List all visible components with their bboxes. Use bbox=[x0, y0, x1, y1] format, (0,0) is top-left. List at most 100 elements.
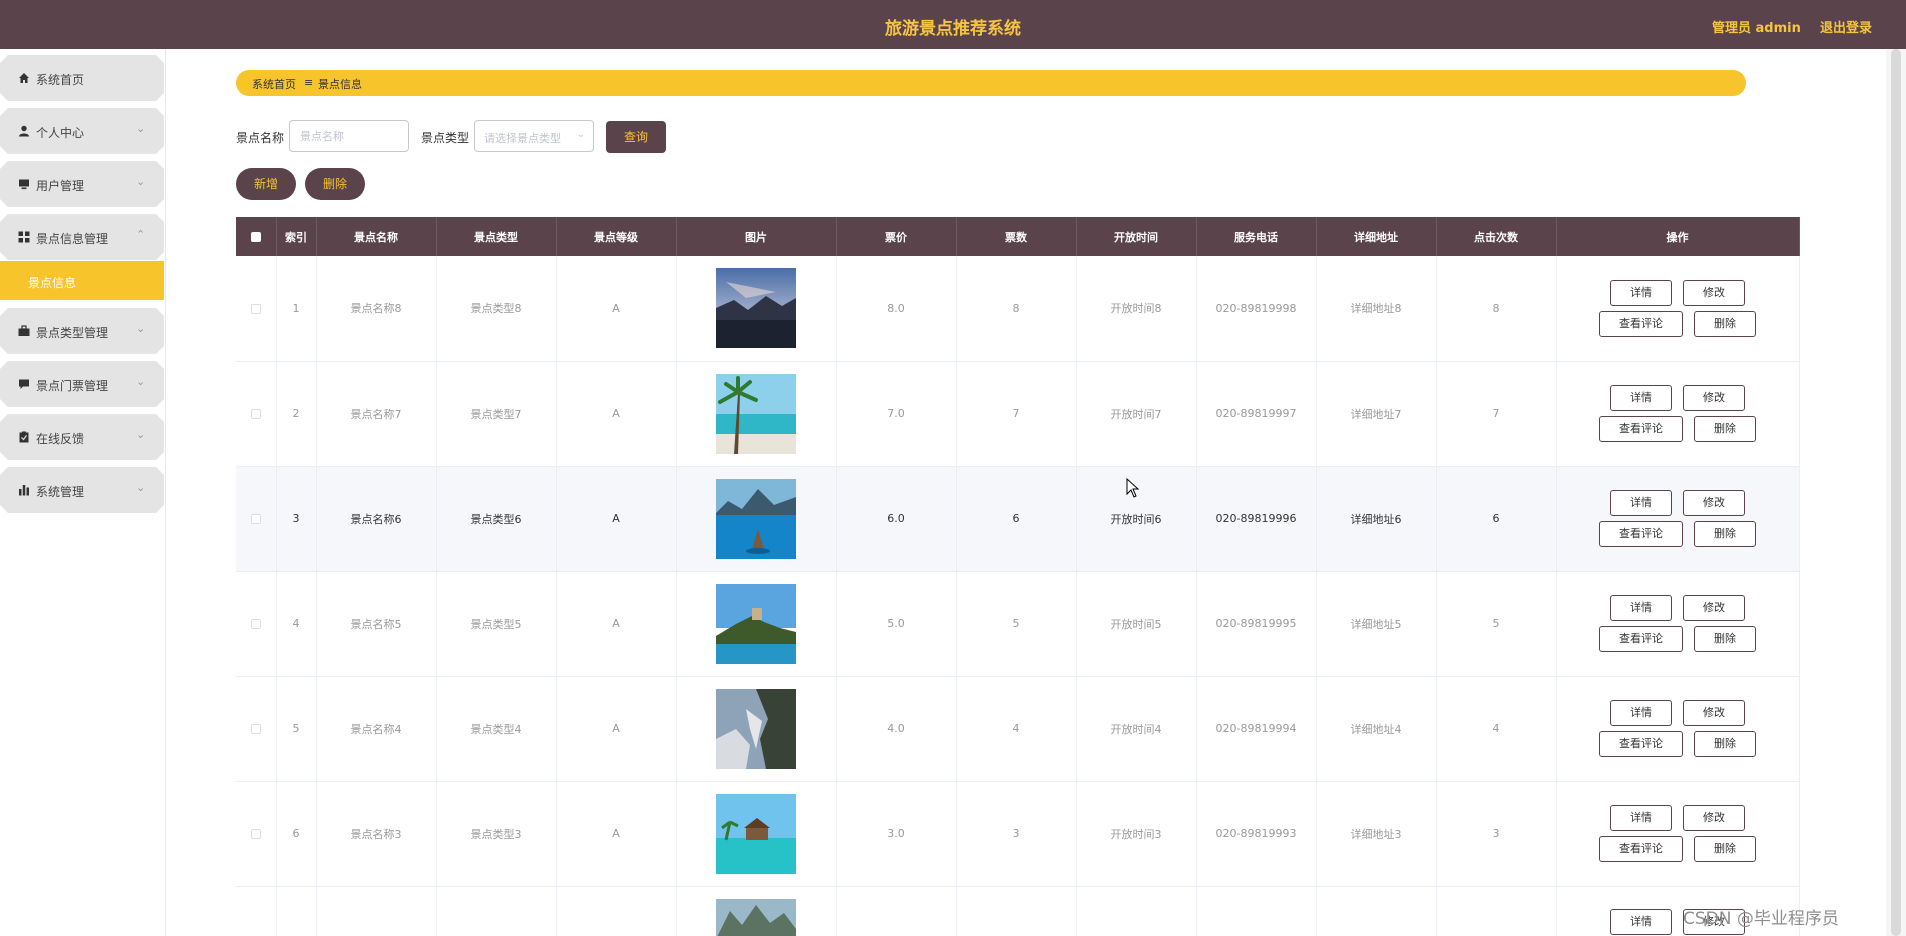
row-delete-button[interactable]: 删除 bbox=[1694, 521, 1756, 547]
logout-link[interactable]: 退出登录 bbox=[1820, 17, 1872, 36]
table-row: 1 景点名称8 景点类型8 A 8.0 8 开放时间8 020-89819998… bbox=[236, 256, 1800, 362]
sidebar-item-attraction-info[interactable]: 景点信息管理 ⌃ bbox=[0, 214, 164, 260]
detail-button[interactable]: 详情 bbox=[1610, 279, 1672, 306]
cell-index: 2 bbox=[276, 361, 317, 467]
cell-phone: 020-89819997 bbox=[1196, 361, 1317, 467]
chevron-down-icon: ⌄ bbox=[136, 322, 146, 335]
sidebar-item-feedback[interactable]: 在线反馈 ⌄ bbox=[0, 414, 164, 460]
table-row: 6 景点名称3 景点类型3 A 3.0 3 开放时间3 020-89819993… bbox=[236, 781, 1800, 887]
cell-open-time: 开放时间8 bbox=[1076, 256, 1197, 362]
briefcase-icon bbox=[18, 325, 30, 337]
cell-tickets: 5 bbox=[956, 571, 1077, 677]
cell-clicks: 7 bbox=[1436, 361, 1557, 467]
type-select[interactable]: 请选择景点类型 ⌄ bbox=[474, 120, 594, 152]
edit-button[interactable]: 修改 bbox=[1683, 700, 1745, 726]
breadcrumb-home[interactable]: 系统首页 bbox=[252, 76, 296, 92]
edit-button[interactable]: 修改 bbox=[1683, 595, 1745, 621]
detail-button[interactable]: 详情 bbox=[1610, 595, 1672, 621]
sidebar-item-personal[interactable]: 个人中心 ⌄ bbox=[0, 108, 164, 154]
row-checkbox[interactable] bbox=[250, 619, 261, 629]
attraction-image bbox=[716, 478, 796, 559]
sidebar-item-label: 系统管理 bbox=[36, 485, 85, 499]
table-row: 2 景点名称7 景点类型7 A 7.0 7 开放时间7 020-89819997… bbox=[236, 361, 1800, 467]
breadcrumb-current: 景点信息 bbox=[318, 78, 362, 91]
name-search-input[interactable] bbox=[289, 120, 409, 152]
edit-button[interactable]: 修改 bbox=[1683, 805, 1745, 831]
cell-tickets: 6 bbox=[956, 466, 1077, 572]
monitor-icon bbox=[18, 178, 30, 190]
cell-address: 详细地址8 bbox=[1316, 256, 1437, 362]
chat-icon bbox=[18, 378, 30, 390]
detail-button[interactable]: 详情 bbox=[1610, 385, 1672, 411]
sidebar-item-label: 景点门票管理 bbox=[36, 379, 109, 393]
view-comments-button[interactable]: 查看评论 bbox=[1599, 836, 1683, 862]
cell-open-time: 开放时间7 bbox=[1076, 361, 1197, 467]
cell-level: A bbox=[556, 676, 677, 782]
column-header: 票数 bbox=[956, 217, 1077, 256]
detail-button[interactable]: 详情 bbox=[1610, 700, 1672, 726]
sidebar-item-attraction-types[interactable]: 景点类型管理 ⌄ bbox=[0, 308, 164, 354]
page-scrollbar[interactable] bbox=[1886, 49, 1906, 936]
row-delete-button[interactable]: 删除 bbox=[1694, 416, 1756, 442]
cell-price: 3.0 bbox=[836, 781, 957, 887]
cell-clicks: 8 bbox=[1436, 256, 1557, 362]
column-header: 操作 bbox=[1556, 217, 1800, 256]
cell-clicks: 3 bbox=[1436, 781, 1557, 887]
row-delete-button[interactable]: 删除 bbox=[1694, 731, 1756, 757]
current-user: 管理员 admin bbox=[1712, 21, 1801, 36]
sidebar-item-label: 用户管理 bbox=[36, 179, 85, 193]
view-comments-button[interactable]: 查看评论 bbox=[1599, 416, 1683, 442]
column-header: 景点类型 bbox=[436, 217, 557, 256]
select-all-cell[interactable] bbox=[236, 217, 277, 256]
cell-price: 8.0 bbox=[836, 256, 957, 362]
scrollbar-thumb[interactable] bbox=[1891, 49, 1901, 936]
cell-type: 景点类型5 bbox=[436, 571, 557, 677]
row-checkbox[interactable] bbox=[250, 303, 261, 314]
edit-button[interactable]: 修改 bbox=[1683, 385, 1745, 411]
delete-button[interactable]: 删除 bbox=[305, 168, 365, 200]
row-delete-button[interactable]: 删除 bbox=[1694, 626, 1756, 652]
detail-button[interactable]: 详情 bbox=[1610, 805, 1672, 831]
row-checkbox[interactable] bbox=[250, 829, 261, 839]
view-comments-button[interactable]: 查看评论 bbox=[1599, 521, 1683, 547]
detail-button[interactable]: 详情 bbox=[1610, 908, 1672, 935]
column-header: 点击次数 bbox=[1436, 217, 1557, 256]
sidebar-item-home[interactable]: 系统首页 bbox=[0, 55, 164, 101]
detail-button[interactable]: 详情 bbox=[1610, 490, 1672, 516]
select-all-checkbox[interactable] bbox=[250, 232, 261, 242]
cell-type: 景点类型6 bbox=[436, 466, 557, 572]
sidebar-subitem-attraction-info[interactable]: 景点信息 bbox=[0, 261, 164, 300]
cell-name: 景点名称7 bbox=[316, 361, 437, 467]
cell-tickets: 7 bbox=[956, 361, 1077, 467]
query-button[interactable]: 查询 bbox=[606, 121, 666, 153]
column-header: 服务电话 bbox=[1196, 217, 1317, 256]
clipboard-icon bbox=[18, 431, 30, 443]
cell-type: 景点类型4 bbox=[436, 676, 557, 782]
edit-button[interactable]: 修改 bbox=[1683, 490, 1745, 516]
row-checkbox[interactable] bbox=[250, 514, 261, 524]
view-comments-button[interactable]: 查看评论 bbox=[1599, 626, 1683, 652]
sidebar-item-tickets[interactable]: 景点门票管理 ⌄ bbox=[0, 361, 164, 407]
chevron-down-icon: ⌄ bbox=[136, 122, 146, 135]
cell-name: 景点名称5 bbox=[316, 571, 437, 677]
row-delete-button[interactable]: 删除 bbox=[1694, 836, 1756, 862]
cell-tickets: 8 bbox=[956, 256, 1077, 362]
cell-address: 详细地址3 bbox=[1316, 781, 1437, 887]
type-select-placeholder: 请选择景点类型 bbox=[484, 132, 561, 145]
table-row: 4 景点名称5 景点类型5 A 5.0 5 开放时间5 020-89819995… bbox=[236, 571, 1800, 677]
row-checkbox[interactable] bbox=[250, 724, 261, 734]
cell-level: A bbox=[556, 466, 677, 572]
view-comments-button[interactable]: 查看评论 bbox=[1599, 310, 1683, 337]
sidebar-item-system[interactable]: 系统管理 ⌄ bbox=[0, 467, 164, 513]
column-header: 票价 bbox=[836, 217, 957, 256]
attraction-image bbox=[716, 373, 796, 454]
column-header: 索引 bbox=[276, 217, 317, 256]
cell-level: A bbox=[556, 781, 677, 887]
view-comments-button[interactable]: 查看评论 bbox=[1599, 731, 1683, 757]
row-delete-button[interactable]: 删除 bbox=[1694, 310, 1756, 337]
attraction-image bbox=[716, 688, 796, 769]
add-button[interactable]: 新增 bbox=[236, 168, 296, 200]
edit-button[interactable]: 修改 bbox=[1683, 279, 1745, 306]
row-checkbox[interactable] bbox=[250, 409, 261, 419]
sidebar-item-users[interactable]: 用户管理 ⌄ bbox=[0, 161, 164, 207]
